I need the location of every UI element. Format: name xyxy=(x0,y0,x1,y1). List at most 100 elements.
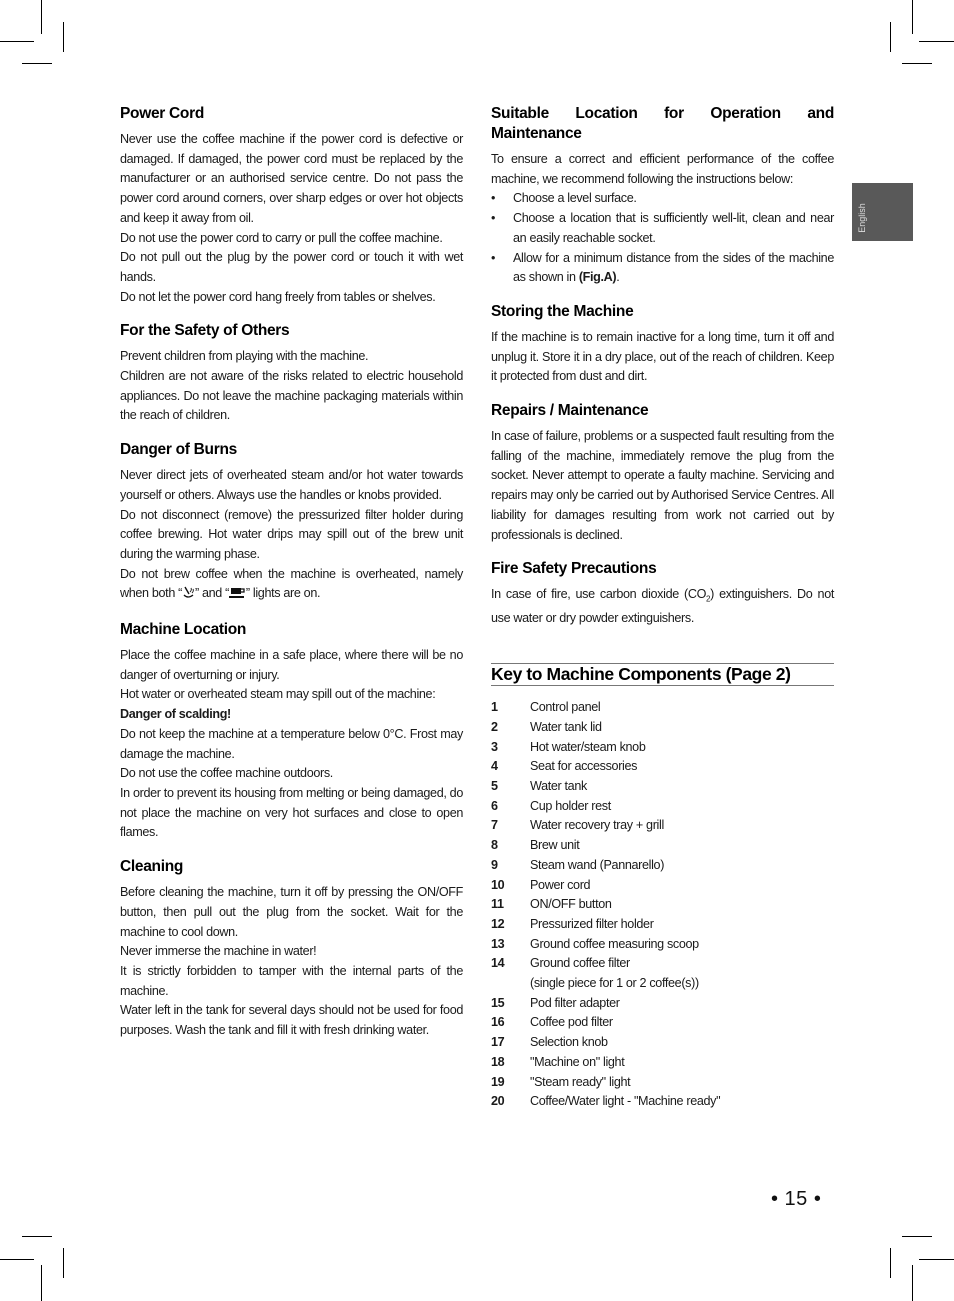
text: ” lights are on. xyxy=(245,586,321,601)
key-component-item: 1 Control panel xyxy=(491,698,834,718)
key-component-item: 2 Water tank lid xyxy=(491,718,834,738)
key-component-number: 16 xyxy=(491,1015,505,1030)
key-component-item: 17 Selection knob xyxy=(491,1033,834,1053)
key-component-number: 10 xyxy=(491,877,505,892)
key-component-label: Water tank xyxy=(530,778,587,793)
key-component-label: Water recovery tray + grill xyxy=(530,818,664,833)
key-component-number: 2 xyxy=(491,719,498,734)
paragraph: In case of failure, problems or a suspec… xyxy=(491,429,834,542)
section-heading: Fire Safety Precautions xyxy=(491,560,657,578)
key-component-item: 20 Coffee/Water light - "Machine ready" xyxy=(491,1092,834,1112)
key-component-item: 19 "Steam ready" light xyxy=(491,1073,834,1093)
key-component-label: Coffee pod filter xyxy=(530,1015,613,1030)
key-component-label: "Machine on" light xyxy=(530,1054,625,1069)
bullet-item: • Allow for a minimum distance from the s… xyxy=(491,249,834,288)
key-component-label: Hot water/steam knob xyxy=(530,739,646,754)
paragraph: Never immerse the machine in water! xyxy=(120,944,317,959)
paragraph: Hot water or overheated steam may spill … xyxy=(120,687,436,702)
bullet-text: Choose a location that is sufficiently w… xyxy=(513,211,834,245)
crop-mark xyxy=(41,1265,42,1301)
key-components-title: Key to Machine Components (Page 2) xyxy=(491,663,834,687)
bullet-text: . xyxy=(616,270,620,285)
section-safety-of-others: For the Safety of Others Prevent childre… xyxy=(120,321,463,426)
section-repairs: Repairs / Maintenance In case of failure… xyxy=(491,401,834,545)
key-component-label: Control panel xyxy=(530,700,601,715)
section-power-cord: Power Cord Never use the coffee machine … xyxy=(120,104,463,307)
bullet-text: Allow for a minimum distance from the si… xyxy=(513,250,834,285)
key-component-label: Pressurized filter holder xyxy=(530,916,654,931)
key-component-number: 12 xyxy=(491,916,505,931)
key-component-item: 3 Hot water/steam knob xyxy=(491,738,834,758)
paragraph: To ensure a correct and efficient perfor… xyxy=(491,152,834,186)
key-component-number: 6 xyxy=(491,798,498,813)
paragraph: Never use the coffee machine if the powe… xyxy=(120,132,463,225)
bullet-item: • Choose a level surface. xyxy=(491,189,834,209)
key-component-label: Coffee/Water light - "Machine ready" xyxy=(530,1094,721,1109)
key-component-number: 1 xyxy=(491,700,498,715)
crop-mark xyxy=(0,1259,34,1260)
paragraph: Never direct jets of overheated steam an… xyxy=(120,468,463,502)
section-storing: Storing the Machine If the machine is to… xyxy=(491,302,834,387)
left-column: Power Cord Never use the coffee machine … xyxy=(120,104,463,1055)
key-component-label: Steam wand (Pannarello) xyxy=(530,857,665,872)
coffee-cup-icon xyxy=(228,586,246,606)
page-number: • 15 • xyxy=(771,1188,822,1210)
section-heading: Suitable Location for Operation and Main… xyxy=(491,105,834,142)
crop-mark xyxy=(890,1248,891,1278)
key-component-number: 3 xyxy=(491,739,498,754)
key-component-item: 9 Steam wand (Pannarello) xyxy=(491,856,834,876)
paragraph: Water left in the tank for several days … xyxy=(120,1003,463,1038)
key-component-number: 19 xyxy=(491,1074,505,1089)
key-component-label: "Steam ready" light xyxy=(530,1074,631,1089)
key-component-number: 9 xyxy=(491,857,498,872)
key-component-number: 4 xyxy=(491,759,498,774)
key-component-number: 13 xyxy=(491,936,505,951)
crop-mark xyxy=(22,63,52,64)
text: In case of fire, use carbon dioxide (CO xyxy=(491,587,707,602)
steam-wand-icon xyxy=(182,586,195,606)
paragraph: Do not pull out the plug by the power co… xyxy=(120,250,463,284)
crop-mark xyxy=(890,22,891,52)
paragraph: It is strictly forbidden to tamper with … xyxy=(120,963,463,998)
section-heading: For the Safety of Others xyxy=(120,322,290,340)
crop-mark xyxy=(912,1265,913,1301)
paragraph: In order to prevent its housing from mel… xyxy=(120,785,463,840)
key-component-label: Cup holder rest xyxy=(530,798,611,813)
key-component-number: 14 xyxy=(491,956,505,971)
crop-mark xyxy=(0,41,34,42)
bullet-text: Choose a level surface. xyxy=(513,191,637,206)
right-column: Suitable Location for Operation and Main… xyxy=(491,104,834,1112)
key-component-label: Ground coffee measuring scoop xyxy=(530,936,699,951)
section-heading: Power Cord xyxy=(120,105,204,122)
key-component-number: 8 xyxy=(491,838,498,853)
key-component-item: 14 Ground coffee filter xyxy=(491,954,834,974)
key-component-number: 18 xyxy=(491,1054,505,1069)
bullet-item: • Choose a location that is sufficiently … xyxy=(491,209,834,248)
key-component-label: Water tank lid xyxy=(530,719,602,734)
key-component-item: 6 Cup holder rest xyxy=(491,797,834,817)
paragraph-overheat: Do not brew coffee when the machine is o… xyxy=(120,565,463,606)
section-heading: Danger of Burns xyxy=(120,441,237,459)
key-component-number: 11 xyxy=(491,897,504,912)
key-component-number: 5 xyxy=(491,778,498,793)
key-component-number: 7 xyxy=(491,818,498,833)
key-component-label: Seat for accessories xyxy=(530,759,638,774)
figure-reference: (Fig.A) xyxy=(578,270,617,285)
paragraph: If the machine is to remain inactive for… xyxy=(491,329,834,384)
section-cleaning: Cleaning Before cleaning the machine, tu… xyxy=(120,857,463,1041)
crop-mark xyxy=(41,0,42,34)
key-component-number: 15 xyxy=(491,995,505,1010)
paragraph: Do not keep the machine at a temperature… xyxy=(120,726,463,761)
section-heading: Cleaning xyxy=(120,858,184,876)
key-component-item: 11 ON/OFF button xyxy=(491,895,834,915)
paragraph: Before cleaning the machine, turn it off… xyxy=(120,885,463,939)
crop-mark xyxy=(902,1236,932,1237)
section-danger-of-burns: Danger of Burns Never direct jets of ove… xyxy=(120,440,463,606)
paragraph: Place the coffee machine in a safe place… xyxy=(120,648,463,682)
key-component-item: 5 Water tank xyxy=(491,777,834,797)
section-machine-location: Machine Location Place the coffee machin… xyxy=(120,620,463,843)
section-heading: Machine Location xyxy=(120,621,247,639)
language-tab: English xyxy=(852,183,913,241)
key-component-label: ON/OFF button xyxy=(530,897,612,912)
warning-text: Danger of scalding! xyxy=(120,705,463,725)
